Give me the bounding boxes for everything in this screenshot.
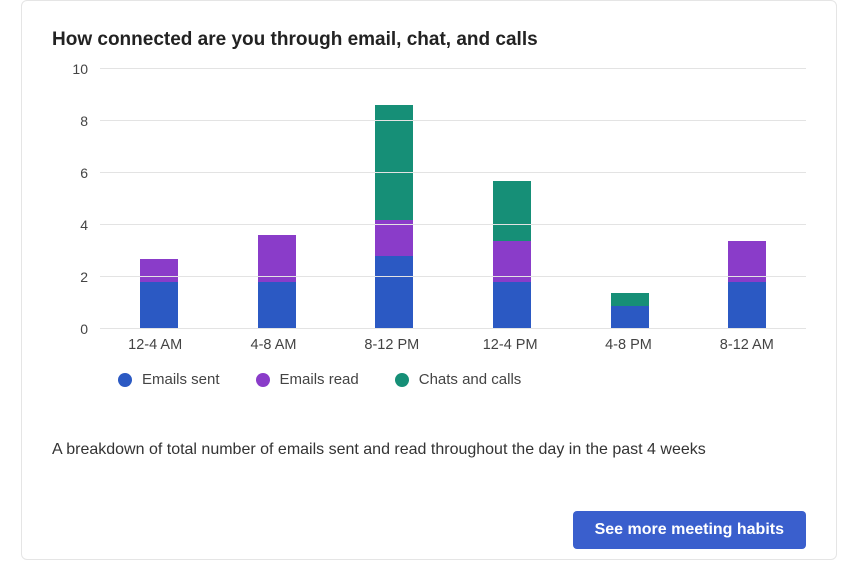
x-tick-label: 12-4 PM: [451, 337, 569, 353]
card-title: How connected are you through email, cha…: [52, 29, 806, 51]
bar-slot: [100, 69, 218, 329]
legend-label: Emails read: [280, 371, 359, 388]
chart-bars: [100, 69, 806, 329]
x-tick-label: 4-8 AM: [214, 337, 332, 353]
connectivity-chart: 0246810: [56, 69, 806, 329]
bar-segment-emails-sent: [140, 282, 178, 329]
bar-segment-emails-sent: [493, 282, 531, 329]
y-tick-label: 8: [80, 114, 88, 128]
gridline: [100, 68, 806, 69]
y-tick-label: 10: [72, 62, 88, 76]
legend-label: Emails sent: [142, 371, 220, 388]
bar-slot: [688, 69, 806, 329]
see-more-meeting-habits-button[interactable]: See more meeting habits: [573, 511, 806, 549]
bar-segment-emails-read: [375, 220, 413, 256]
legend-item: Emails read: [256, 371, 359, 388]
y-axis: 0246810: [56, 69, 96, 329]
x-tick-label: 8-12 AM: [688, 337, 806, 353]
legend-label: Chats and calls: [419, 371, 522, 388]
bar-stack: [493, 181, 531, 329]
legend-swatch-icon: [395, 373, 409, 387]
bar-segment-emails-sent: [258, 282, 296, 329]
bar-slot: [335, 69, 453, 329]
bar-stack: [728, 241, 766, 329]
chart-legend: Emails sent Emails read Chats and calls: [118, 371, 806, 388]
gridline: [100, 172, 806, 173]
x-tick-label: 4-8 PM: [569, 337, 687, 353]
gridline: [100, 328, 806, 329]
y-tick-label: 4: [80, 218, 88, 232]
chart-plot-area: [100, 69, 806, 329]
bar-segment-emails-sent: [375, 256, 413, 329]
x-tick-label: 12-4 AM: [96, 337, 214, 353]
bar-stack: [258, 235, 296, 329]
gridline: [100, 120, 806, 121]
gridline: [100, 224, 806, 225]
y-tick-label: 6: [80, 166, 88, 180]
insight-card: How connected are you through email, cha…: [21, 0, 837, 560]
card-description: A breakdown of total number of emails se…: [52, 438, 792, 462]
legend-swatch-icon: [118, 373, 132, 387]
bar-stack: [140, 259, 178, 329]
x-tick-label: 8-12 PM: [333, 337, 451, 353]
bar-segment-emails-sent: [611, 306, 649, 329]
x-axis: 12-4 AM4-8 AM8-12 PM12-4 PM4-8 PM8-12 AM: [96, 337, 806, 353]
bar-stack: [611, 293, 649, 329]
bar-stack: [375, 105, 413, 329]
bar-segment-emails-sent: [728, 282, 766, 329]
legend-item: Emails sent: [118, 371, 220, 388]
y-tick-label: 2: [80, 270, 88, 284]
y-tick-label: 0: [80, 322, 88, 336]
bar-segment-chats-and-calls: [611, 293, 649, 306]
legend-item: Chats and calls: [395, 371, 522, 388]
bar-segment-chats-and-calls: [493, 181, 531, 241]
bar-segment-chats-and-calls: [375, 105, 413, 219]
legend-swatch-icon: [256, 373, 270, 387]
bar-segment-emails-read: [140, 259, 178, 282]
bar-slot: [218, 69, 336, 329]
bar-slot: [453, 69, 571, 329]
gridline: [100, 276, 806, 277]
bar-slot: [571, 69, 689, 329]
